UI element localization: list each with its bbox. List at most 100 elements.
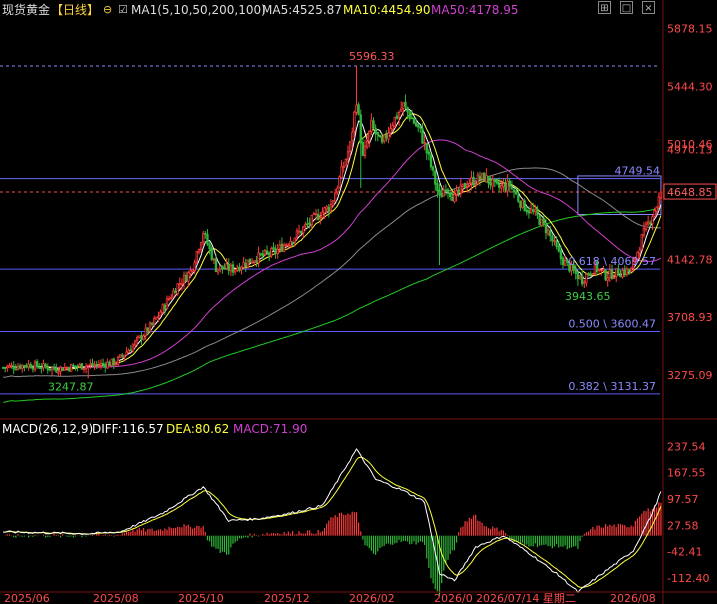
candle[interactable]: [99, 359, 103, 370]
candle[interactable]: [250, 258, 254, 264]
candle[interactable]: [202, 230, 205, 246]
candle[interactable]: [270, 246, 273, 259]
candle[interactable]: [417, 123, 420, 133]
candle[interactable]: [61, 367, 64, 372]
candle[interactable]: [238, 262, 241, 273]
candle[interactable]: [463, 182, 467, 189]
candle[interactable]: [221, 265, 224, 274]
candle[interactable]: [1, 366, 5, 369]
candle[interactable]: [302, 225, 305, 239]
candle[interactable]: [391, 122, 394, 132]
restore-icon[interactable]: ⊞: [598, 1, 611, 14]
candle[interactable]: [368, 130, 371, 148]
candle[interactable]: [129, 345, 132, 352]
candle[interactable]: [259, 252, 262, 257]
candle[interactable]: [161, 303, 164, 314]
candle[interactable]: [8, 362, 11, 369]
candle[interactable]: [470, 170, 473, 191]
candle[interactable]: [551, 233, 554, 247]
candle[interactable]: [285, 242, 288, 247]
candle[interactable]: [127, 348, 130, 353]
candle[interactable]: [316, 208, 320, 221]
candle[interactable]: [419, 126, 422, 133]
candle[interactable]: [242, 256, 245, 269]
candle[interactable]: [118, 354, 122, 359]
candle[interactable]: [598, 268, 601, 273]
candle[interactable]: [502, 178, 505, 193]
candle[interactable]: [297, 224, 301, 236]
candle[interactable]: [210, 245, 213, 262]
candle[interactable]: [451, 191, 454, 202]
candle[interactable]: [448, 191, 452, 201]
candle[interactable]: [255, 256, 258, 268]
candle[interactable]: [12, 360, 15, 375]
candle[interactable]: [525, 206, 528, 216]
candle[interactable]: [33, 359, 37, 372]
candle[interactable]: [178, 277, 181, 290]
candle[interactable]: [195, 250, 198, 265]
candle[interactable]: [363, 139, 367, 159]
candle[interactable]: [138, 335, 141, 339]
candle[interactable]: [155, 316, 158, 320]
candle[interactable]: [493, 178, 497, 188]
candle[interactable]: [229, 262, 233, 276]
candle[interactable]: [336, 185, 339, 195]
candle[interactable]: [353, 110, 356, 138]
candle[interactable]: [378, 134, 382, 137]
candle[interactable]: [497, 177, 501, 193]
candle[interactable]: [257, 246, 260, 268]
candle[interactable]: [329, 199, 333, 214]
candle[interactable]: [35, 359, 39, 369]
candle[interactable]: [319, 211, 322, 225]
candle[interactable]: [140, 332, 143, 345]
candle[interactable]: [42, 359, 45, 372]
candle[interactable]: [70, 363, 73, 372]
candle[interactable]: [538, 214, 541, 226]
candle[interactable]: [280, 237, 284, 252]
candle[interactable]: [423, 134, 426, 151]
candle[interactable]: [18, 363, 22, 370]
candle[interactable]: [512, 188, 516, 199]
candle[interactable]: [4, 367, 7, 373]
candle[interactable]: [95, 360, 98, 370]
candle[interactable]: [246, 259, 250, 269]
candle[interactable]: [16, 362, 20, 371]
candle[interactable]: [561, 255, 565, 269]
candle[interactable]: [240, 265, 243, 275]
candle[interactable]: [216, 268, 220, 275]
candle[interactable]: [370, 113, 373, 135]
candle[interactable]: [393, 116, 396, 129]
candle[interactable]: [6, 364, 9, 373]
candle[interactable]: [385, 130, 388, 142]
candle[interactable]: [483, 172, 486, 182]
candle[interactable]: [395, 112, 399, 120]
candle[interactable]: [615, 267, 618, 283]
candle[interactable]: [21, 364, 24, 373]
candle[interactable]: [174, 287, 177, 294]
candle[interactable]: [355, 66, 358, 116]
candle[interactable]: [340, 160, 343, 179]
candle[interactable]: [310, 214, 313, 230]
candle[interactable]: [444, 184, 448, 196]
candle[interactable]: [10, 362, 13, 369]
candle[interactable]: [472, 171, 475, 187]
candle[interactable]: [619, 270, 622, 278]
candle[interactable]: [382, 134, 386, 144]
candle[interactable]: [176, 283, 179, 296]
candle[interactable]: [644, 221, 648, 232]
candle[interactable]: [331, 199, 335, 207]
candle[interactable]: [144, 323, 147, 340]
candle[interactable]: [227, 258, 230, 276]
candle[interactable]: [208, 241, 211, 255]
candle[interactable]: [540, 218, 543, 228]
candle[interactable]: [59, 365, 62, 377]
candle[interactable]: [338, 175, 341, 189]
candle[interactable]: [170, 293, 173, 300]
candle[interactable]: [48, 368, 52, 372]
candle[interactable]: [321, 207, 324, 219]
candle[interactable]: [585, 272, 588, 287]
maximize-icon[interactable]: □: [620, 1, 633, 14]
ma-params-label[interactable]: MA1(5,10,50,200,100): [131, 2, 266, 18]
candle[interactable]: [219, 265, 222, 273]
candle[interactable]: [491, 175, 494, 193]
